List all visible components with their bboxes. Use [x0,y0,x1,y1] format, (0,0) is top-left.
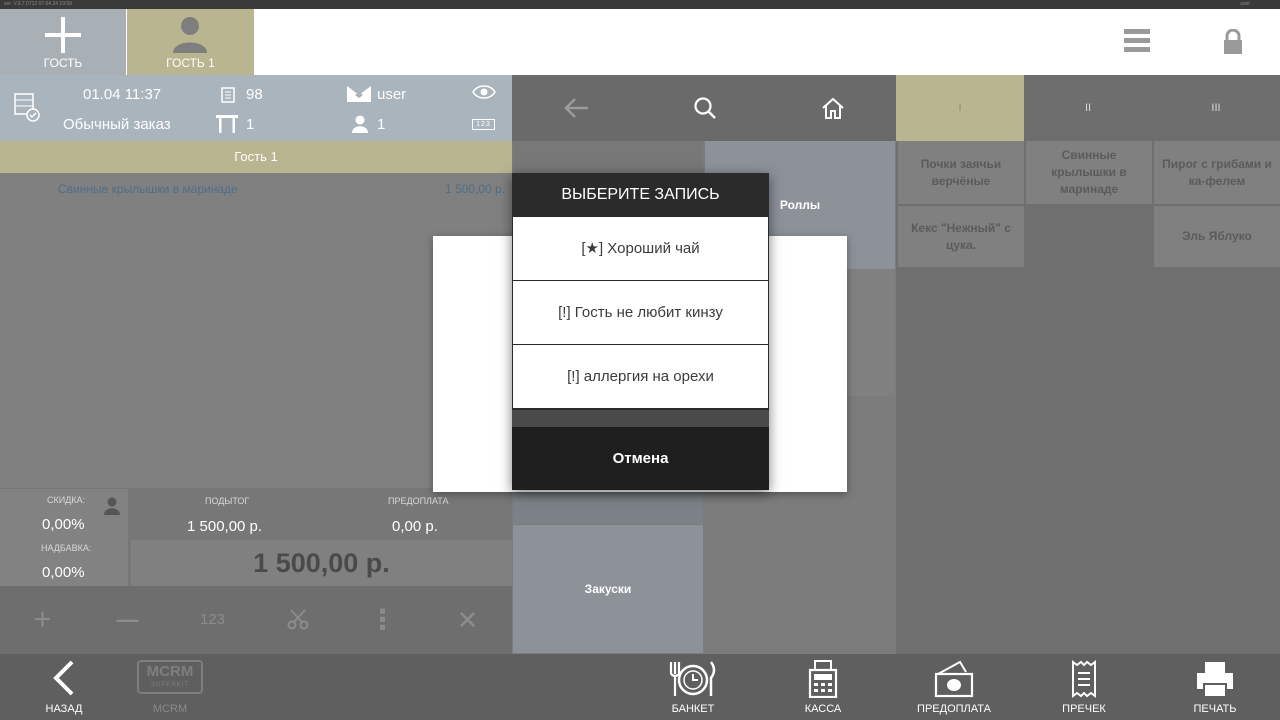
select-note-dialog: ВЫБЕРИТЕ ЗАПИСЬ [★] Хороший чай [!] Гост… [512,173,769,490]
receipt-icon [1072,660,1096,698]
arrow-left-icon [564,98,588,118]
dialog-option[interactable]: [!] Гость не любит кинзу [513,281,768,344]
order-type[interactable]: Обычный заказ [63,116,171,133]
prepayment-button[interactable]: ПРЕДОПЛАТА [908,654,1000,720]
category-snacks[interactable]: Закуски [513,525,703,653]
product-tile[interactable]: Свинные крылышки в маринаде [1026,141,1152,204]
add-qty-button[interactable]: + [0,586,85,654]
dialog-cancel-button[interactable]: Отмена [512,427,769,490]
category-tile-partial[interactable] [513,492,703,524]
dialog-option[interactable]: [★] Хороший чай [513,217,768,280]
chevron-left-icon [53,660,74,696]
mcrm-logo: MCRM SUPERKIT [137,660,203,694]
receipt-icon [221,87,235,103]
lock-icon[interactable] [1222,29,1244,55]
delete-item-button[interactable]: ✕ [425,586,510,654]
subtotal-value: 1 500,00 р. [187,518,263,535]
guest-count[interactable]: 1 [377,116,385,133]
guest-count-icon [352,115,368,133]
search-button[interactable] [640,75,768,141]
prepay-value: 0,00 р. [392,518,438,535]
back-label: НАЗАД [45,703,83,715]
dialog-spacer [512,410,769,427]
subtract-qty-button[interactable]: — [85,586,170,654]
home-button[interactable] [768,75,896,141]
markup-value: 0,00% [42,564,85,581]
order-list-icon[interactable] [14,93,40,123]
split-button[interactable] [255,586,340,654]
cash-register-icon [808,660,838,698]
menu-nav-row [512,75,896,141]
top-bar: ГОСТЬ ГОСТЬ 1 [0,9,1280,75]
back-button[interactable]: НАЗАД [20,654,108,720]
print-button[interactable]: ПЕЧАТЬ [1171,654,1259,720]
more-options-button[interactable]: ⋮ [340,586,425,654]
menu-tab-1[interactable]: I [896,75,1024,141]
discount-box[interactable]: СКИДКА: 0,00% НАДБАВКА: 0,00% [0,489,128,586]
client-icon[interactable] [104,497,120,515]
table-icon [216,115,238,133]
mcrm-button[interactable]: MCRM SUPERKIT MCRM [126,654,214,720]
print-label: ПЕЧАТЬ [1193,703,1237,715]
menu-tab-3[interactable]: III [1152,75,1280,141]
cashier-button[interactable]: КАССА [779,654,867,720]
scissors-icon [287,609,309,630]
dialog-option[interactable]: [!] аллергия на орехи [513,345,768,408]
order-datetime: 01.04 11:37 [83,86,162,103]
precheck-button[interactable]: ПРЕЧЕК [1040,654,1128,720]
precheck-label: ПРЕЧЕК [1062,703,1106,715]
order-actions-bar: + — 123 ⋮ ✕ [0,586,512,654]
menu-tab-2[interactable]: II [1024,75,1152,141]
guest-tab-1[interactable]: ГОСТЬ 1 [127,9,254,75]
quantity-button[interactable]: 123 [170,586,255,654]
product-tile[interactable]: Эль Яблуко [1154,206,1280,267]
add-guest-button[interactable]: ГОСТЬ [0,9,126,75]
bottom-bar: НАЗАД MCRM SUPERKIT MCRM БАНКЕТ КАССА ПР… [0,654,1280,720]
back-nav-button[interactable] [512,75,640,141]
waiter-name: user [377,86,407,103]
discount-label: СКИДКА: [47,495,86,505]
system-status-strip: ver. V.9.7.0712 07.04.24 19:59 user [0,0,1280,9]
order-header: 01.04 11:37 Обычный заказ 98 1 user 1 12… [0,75,512,141]
waiter-icon [347,86,371,102]
home-icon [822,97,844,119]
mcrm-logo-sub: SUPERKIT [150,682,189,688]
keyboard-badge[interactable]: 123 [472,119,495,130]
printer-icon [1197,662,1233,698]
mcrm-logo-text: MCRM [146,663,194,680]
product-tile[interactable]: Пирог с грибами и ка-фелем [1154,141,1280,204]
product-tile[interactable]: Кекс "Нежный" с цука. [898,206,1024,267]
guest-tab-label: ГОСТЬ 1 [166,56,215,70]
grand-total: 1 500,00 р. [131,540,512,586]
eye-icon[interactable] [472,84,496,100]
check-number: 98 [246,86,263,103]
mcrm-label: MCRM [152,703,188,715]
product-tile[interactable]: Почки заячьи верчёные [898,141,1024,204]
person-icon [173,17,207,53]
dialog-title: ВЫБЕРИТЕ ЗАПИСЬ [561,186,720,203]
subtotal-label: ПОДЫТОГ [205,496,250,506]
banquet-button[interactable]: БАНКЕТ [649,654,737,720]
search-icon [694,97,716,119]
status-left-text: ver. V.9.7.0712 07.04.24 19:59 [4,1,72,7]
order-item-price: 1 500,00 р. [445,182,506,196]
guest-band[interactable]: Гость 1 [0,141,512,173]
banquet-label: БАНКЕТ [671,703,715,715]
hamburger-menu-icon[interactable] [1124,29,1150,53]
markup-label: НАДБАВКА: [41,543,92,553]
add-guest-label: ГОСТЬ [43,56,83,70]
table-number[interactable]: 1 [246,116,254,133]
subtotal-box: ПОДЫТОГ 1 500,00 р. ПРЕДОПЛАТА 0,00 р. [131,489,512,539]
cashier-label: КАССА [804,703,842,715]
prepayment-label: ПРЕДОПЛАТА [917,703,991,715]
order-item-name[interactable]: Свинные крылышки в маринаде [58,182,238,196]
plus-icon [45,17,81,53]
banquet-icon [669,661,716,696]
money-icon [934,660,974,698]
status-right-text: user [1240,1,1250,7]
discount-value: 0,00% [42,516,85,533]
prepay-label: ПРЕДОПЛАТА [388,496,449,506]
